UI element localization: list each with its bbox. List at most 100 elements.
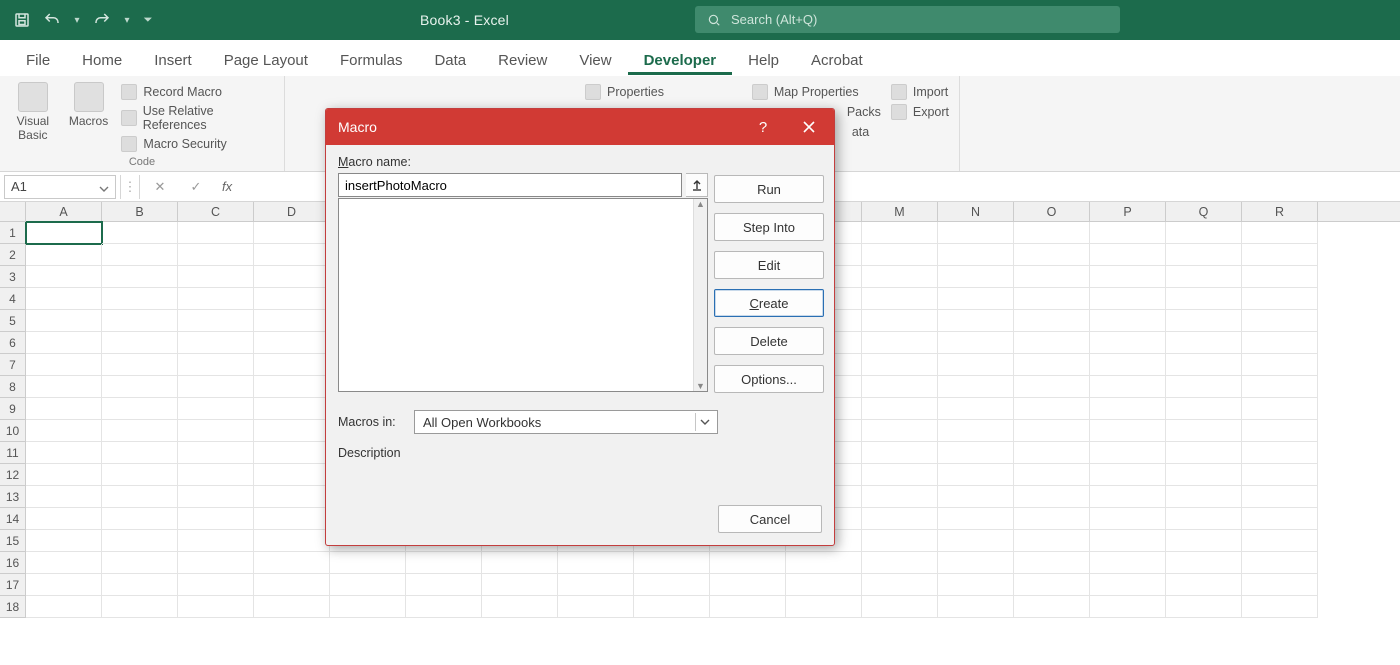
cell[interactable] [26, 574, 102, 596]
undo-dropdown-icon[interactable]: ▾ [72, 10, 82, 30]
cell[interactable] [26, 376, 102, 398]
cell[interactable] [1166, 442, 1242, 464]
cell[interactable] [862, 310, 938, 332]
cell[interactable] [178, 354, 254, 376]
name-box-dropdown-icon[interactable] [99, 182, 109, 192]
collapse-dialog-button[interactable] [686, 173, 708, 197]
cell[interactable] [254, 442, 330, 464]
cell[interactable] [178, 376, 254, 398]
cell[interactable] [1166, 420, 1242, 442]
cell[interactable] [862, 244, 938, 266]
import-button[interactable]: Import [891, 84, 949, 100]
tab-formulas[interactable]: Formulas [324, 44, 419, 75]
cell[interactable] [1090, 222, 1166, 244]
tab-help[interactable]: Help [732, 44, 795, 75]
cell[interactable] [1242, 420, 1318, 442]
cell[interactable] [1014, 486, 1090, 508]
cell[interactable] [1014, 508, 1090, 530]
cell[interactable] [26, 244, 102, 266]
cell[interactable] [1166, 508, 1242, 530]
cell[interactable] [102, 530, 178, 552]
cell[interactable] [26, 354, 102, 376]
cell[interactable] [1090, 486, 1166, 508]
row-header[interactable]: 15 [0, 530, 26, 552]
cell[interactable] [1242, 310, 1318, 332]
cell[interactable] [1014, 244, 1090, 266]
cell[interactable] [1090, 442, 1166, 464]
cell[interactable] [710, 574, 786, 596]
cell[interactable] [938, 332, 1014, 354]
column-header[interactable]: A [26, 202, 102, 221]
cell[interactable] [102, 288, 178, 310]
cell[interactable] [1014, 376, 1090, 398]
cell[interactable] [178, 398, 254, 420]
cell[interactable] [26, 310, 102, 332]
cell[interactable] [786, 596, 862, 618]
cell[interactable] [1090, 310, 1166, 332]
cell[interactable] [1166, 266, 1242, 288]
cell[interactable] [862, 288, 938, 310]
cell[interactable] [862, 398, 938, 420]
cell[interactable] [254, 354, 330, 376]
cell[interactable] [26, 486, 102, 508]
cell[interactable] [482, 552, 558, 574]
cell[interactable] [254, 596, 330, 618]
cell[interactable] [862, 266, 938, 288]
cell[interactable] [102, 552, 178, 574]
cell[interactable] [938, 266, 1014, 288]
cell[interactable] [1014, 464, 1090, 486]
cell[interactable] [102, 398, 178, 420]
cell[interactable] [254, 464, 330, 486]
cell[interactable] [26, 288, 102, 310]
dialog-close-button[interactable] [794, 114, 824, 140]
column-header[interactable]: R [1242, 202, 1318, 221]
tab-file[interactable]: File [10, 44, 66, 75]
cell[interactable] [1090, 552, 1166, 574]
row-header[interactable]: 14 [0, 508, 26, 530]
cell[interactable] [1166, 222, 1242, 244]
cell[interactable] [862, 376, 938, 398]
cell[interactable] [862, 596, 938, 618]
cell[interactable] [102, 310, 178, 332]
cell[interactable] [634, 574, 710, 596]
cell[interactable] [178, 508, 254, 530]
cell[interactable] [1242, 574, 1318, 596]
macros-button[interactable]: Macros [66, 82, 112, 128]
cell[interactable] [862, 464, 938, 486]
cell[interactable] [1166, 376, 1242, 398]
cell[interactable] [862, 574, 938, 596]
cell[interactable] [1166, 486, 1242, 508]
tab-developer[interactable]: Developer [628, 44, 733, 75]
cell[interactable] [330, 552, 406, 574]
cell[interactable] [862, 552, 938, 574]
macro-name-input[interactable] [338, 173, 682, 197]
cell[interactable] [1166, 332, 1242, 354]
cell[interactable] [178, 552, 254, 574]
column-header[interactable]: P [1090, 202, 1166, 221]
visual-basic-button[interactable]: Visual Basic [10, 82, 56, 142]
cell[interactable] [330, 596, 406, 618]
macros-in-combo[interactable]: All Open Workbooks [414, 410, 718, 434]
cell[interactable] [938, 464, 1014, 486]
cell[interactable] [862, 354, 938, 376]
macro-list[interactable]: ▲▼ [338, 198, 708, 392]
cell[interactable] [786, 552, 862, 574]
tab-data[interactable]: Data [418, 44, 482, 75]
cell[interactable] [1014, 552, 1090, 574]
row-header[interactable]: 13 [0, 486, 26, 508]
cell[interactable] [1090, 508, 1166, 530]
dialog-help-button[interactable]: ? [748, 114, 778, 140]
column-header[interactable]: C [178, 202, 254, 221]
cell[interactable] [1090, 376, 1166, 398]
cell[interactable] [862, 530, 938, 552]
cell[interactable] [1242, 596, 1318, 618]
cell[interactable] [938, 574, 1014, 596]
cell[interactable] [102, 442, 178, 464]
cell[interactable] [862, 222, 938, 244]
cell[interactable] [178, 266, 254, 288]
cell[interactable] [178, 222, 254, 244]
cell[interactable] [1014, 420, 1090, 442]
row-header[interactable]: 5 [0, 310, 26, 332]
cell[interactable] [1090, 464, 1166, 486]
cell[interactable] [1014, 398, 1090, 420]
